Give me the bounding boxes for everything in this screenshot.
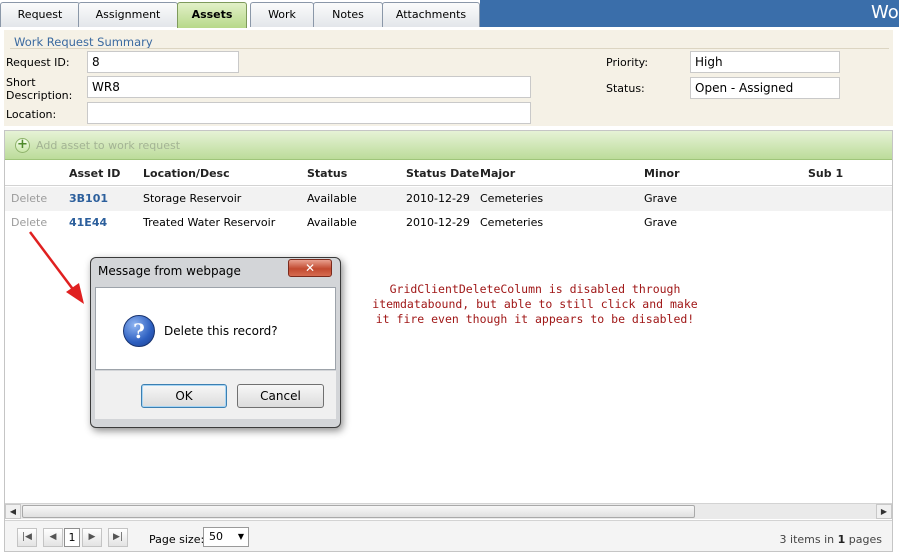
grid-header-row: Asset ID Location/Desc Status Status Dat… bbox=[5, 161, 892, 186]
chevron-down-icon[interactable]: ▼ bbox=[238, 528, 244, 546]
column-header-location-desc[interactable]: Location/Desc bbox=[143, 161, 230, 187]
cancel-button[interactable]: Cancel bbox=[237, 384, 324, 408]
request-id-label: Request ID: bbox=[6, 56, 70, 69]
scroll-right-icon[interactable]: ▶ bbox=[876, 504, 892, 519]
status-cell: Available bbox=[307, 216, 357, 229]
last-page-icon[interactable]: ▶| bbox=[108, 528, 128, 547]
add-icon[interactable]: + bbox=[15, 138, 30, 153]
tab-work[interactable]: Work bbox=[250, 2, 314, 27]
status-field[interactable]: Open - Assigned bbox=[690, 77, 840, 99]
location-desc-cell: Storage Reservoir bbox=[143, 192, 242, 205]
short-description-label-line1: Short bbox=[6, 76, 36, 89]
major-cell: Cemeteries bbox=[480, 216, 544, 229]
scrollbar-thumb[interactable] bbox=[22, 505, 695, 518]
pages-text: pages bbox=[845, 533, 882, 546]
major-cell: Cemeteries bbox=[480, 192, 544, 205]
page-size-label: Page size: bbox=[149, 533, 205, 546]
add-asset-button[interactable]: Add asset to work request bbox=[36, 139, 180, 152]
priority-field[interactable]: High bbox=[690, 51, 840, 73]
column-header-minor[interactable]: Minor bbox=[644, 161, 680, 187]
status-date-cell: 2010-12-29 bbox=[406, 216, 470, 229]
tab-request[interactable]: Request bbox=[0, 2, 80, 27]
delete-link[interactable]: Delete bbox=[11, 211, 47, 235]
tab-assignment[interactable]: Assignment bbox=[78, 2, 178, 27]
minor-cell: Grave bbox=[644, 192, 678, 205]
table-row: Delete 3B101 Storage Reservoir Available… bbox=[5, 187, 892, 211]
dialog-title: Message from webpage bbox=[98, 264, 241, 278]
confirm-dialog: Message from webpage ✕ ? Delete this rec… bbox=[90, 257, 341, 428]
column-header-major[interactable]: Major bbox=[480, 161, 515, 187]
page-number-1[interactable]: 1 bbox=[64, 528, 80, 547]
request-id-field[interactable]: 8 bbox=[87, 51, 239, 73]
status-label: Status: bbox=[606, 82, 645, 95]
annotation-note: GridClientDeleteColumn is disabled throu… bbox=[360, 282, 710, 327]
annotation-line-1: GridClientDeleteColumn is disabled throu… bbox=[389, 282, 681, 296]
table-row: Delete 41E44 Treated Water Reservoir Ava… bbox=[5, 211, 892, 235]
status-date-cell: 2010-12-29 bbox=[406, 192, 470, 205]
first-page-icon[interactable]: |◀ bbox=[17, 528, 37, 547]
question-icon: ? bbox=[123, 315, 155, 347]
grid-pager: |◀ ◀ 1 ▶ ▶| Page size: 50 ▼ 3 items in 1… bbox=[5, 520, 892, 551]
location-field[interactable] bbox=[87, 102, 531, 124]
close-icon[interactable]: ✕ bbox=[288, 259, 332, 277]
grid-command-bar: + Add asset to work request bbox=[5, 131, 892, 160]
dialog-body: ? Delete this record? bbox=[95, 287, 336, 370]
summary-legend: Work Request Summary bbox=[14, 35, 153, 49]
page-size-select[interactable]: 50 ▼ bbox=[203, 527, 249, 547]
scroll-left-icon[interactable]: ◀ bbox=[5, 504, 21, 519]
app-title: Work Request bbox=[871, 2, 899, 23]
summary-divider bbox=[10, 48, 889, 49]
location-desc-cell: Treated Water Reservoir bbox=[143, 216, 276, 229]
next-page-icon[interactable]: ▶ bbox=[82, 528, 102, 547]
short-description-label-line2: Description: bbox=[6, 89, 73, 102]
column-header-status[interactable]: Status bbox=[307, 161, 347, 187]
short-description-field[interactable]: WR8 bbox=[87, 76, 531, 98]
asset-id-link[interactable]: 41E44 bbox=[69, 211, 107, 235]
annotation-line-3: it fire even though it appears to be dis… bbox=[375, 312, 695, 326]
ok-button[interactable]: OK bbox=[141, 384, 227, 408]
previous-page-icon[interactable]: ◀ bbox=[43, 528, 63, 547]
delete-link[interactable]: Delete bbox=[11, 187, 47, 211]
horizontal-scrollbar[interactable]: ◀ ▶ bbox=[5, 503, 892, 519]
asset-id-link[interactable]: 3B101 bbox=[69, 187, 108, 211]
location-label: Location: bbox=[6, 108, 57, 121]
annotation-line-2: itemdatabound, but able to still click a… bbox=[372, 297, 698, 311]
tab-notes[interactable]: Notes bbox=[313, 2, 383, 27]
column-header-status-date[interactable]: Status Date bbox=[406, 161, 479, 187]
column-header-asset-id[interactable]: Asset ID bbox=[69, 161, 120, 187]
tab-assets[interactable]: Assets bbox=[177, 2, 247, 28]
dialog-footer: OK Cancel bbox=[95, 371, 336, 419]
items-count: 3 bbox=[779, 533, 787, 546]
pager-info: 3 items in 1 pages bbox=[780, 533, 882, 546]
status-cell: Available bbox=[307, 192, 357, 205]
tab-attachments[interactable]: Attachments bbox=[382, 2, 480, 27]
priority-label: Priority: bbox=[606, 56, 649, 69]
page-size-value: 50 bbox=[209, 530, 223, 543]
column-header-sub1[interactable]: Sub 1 bbox=[808, 161, 843, 187]
tab-strip: Request Assignment Assets Work Notes Att… bbox=[0, 0, 899, 28]
dialog-message: Delete this record? bbox=[164, 324, 278, 338]
work-request-summary: Work Request Summary Request ID: 8 Short… bbox=[4, 30, 893, 126]
items-text: items in bbox=[786, 533, 838, 546]
minor-cell: Grave bbox=[644, 216, 678, 229]
